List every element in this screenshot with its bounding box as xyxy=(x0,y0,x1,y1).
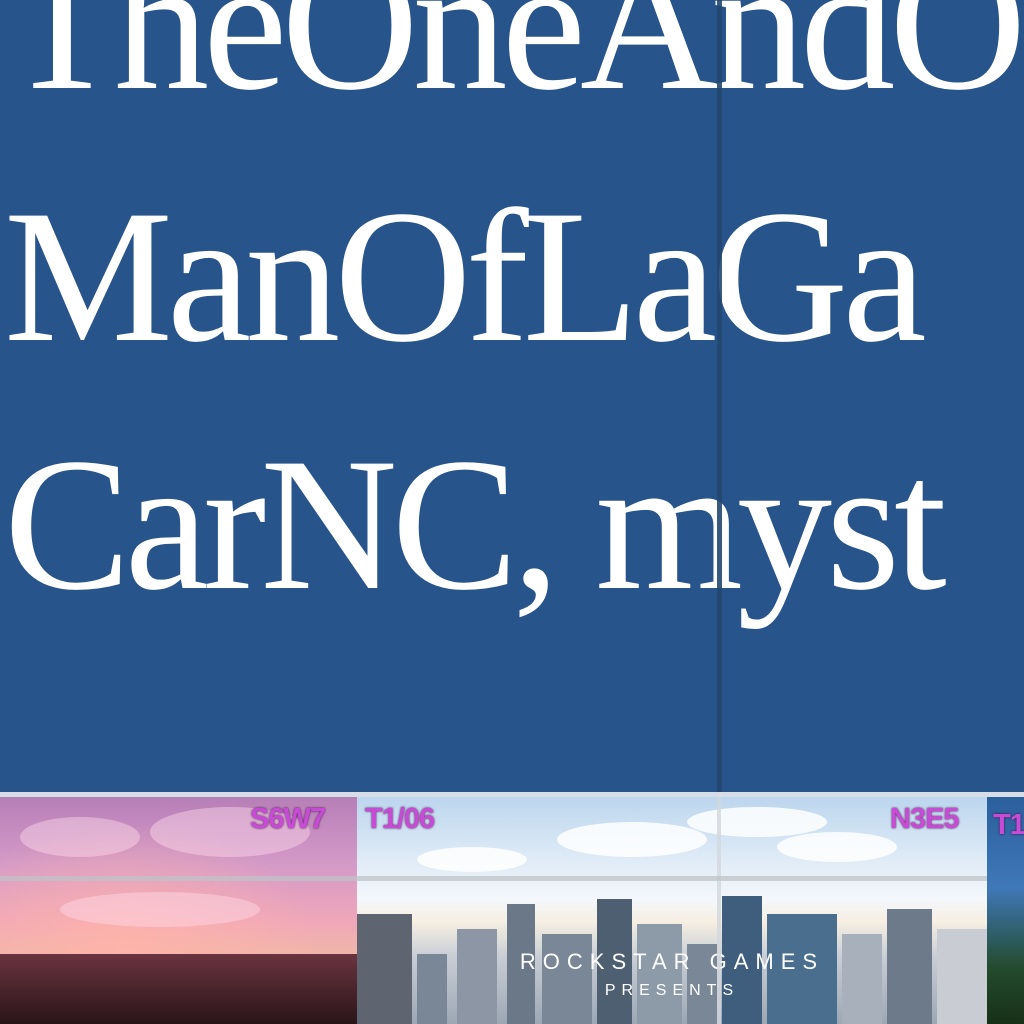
headline-panel: TheOneAndO ManOfLaGa CarNC, myst xyxy=(0,0,1024,795)
brand-subtitle: PRESENTS xyxy=(604,982,740,999)
cloud-shape xyxy=(557,822,707,857)
cloud-shape xyxy=(20,817,140,857)
sunset-frame[interactable]: S6W7 xyxy=(0,797,357,1024)
headline-line-2: ManOfLaGa xyxy=(4,172,927,382)
frame-tag: S6W7 xyxy=(250,803,326,835)
brand-title: ROCKSTAR GAMES xyxy=(519,949,825,974)
city-skyline-frame[interactable]: ROCKSTAR GAMES PRESENTS T1/06 N3E5 xyxy=(357,797,987,1024)
horizontal-grid-line xyxy=(0,876,987,881)
cloud-shape xyxy=(777,832,897,862)
vertical-divider xyxy=(717,0,722,795)
headline-line-3: CarNC, myst xyxy=(4,420,947,630)
image-strip: S6W7 ROCKSTAR GAMES PRESENTS T1/06 N3E5 … xyxy=(0,797,1024,1024)
palm-frame[interactable]: T1 xyxy=(987,797,1024,1024)
cloud-shape xyxy=(60,892,260,927)
frame-tag: T1/06 xyxy=(365,803,435,835)
treeline xyxy=(0,954,357,1024)
cloud-shape xyxy=(417,847,527,872)
cloud-shape xyxy=(687,807,827,837)
vertical-grid-line xyxy=(717,797,721,1024)
frame-tag: N3E5 xyxy=(890,803,960,835)
frame-tag: T1 xyxy=(993,809,1024,841)
headline-line-1: TheOneAndO xyxy=(4,0,1024,130)
